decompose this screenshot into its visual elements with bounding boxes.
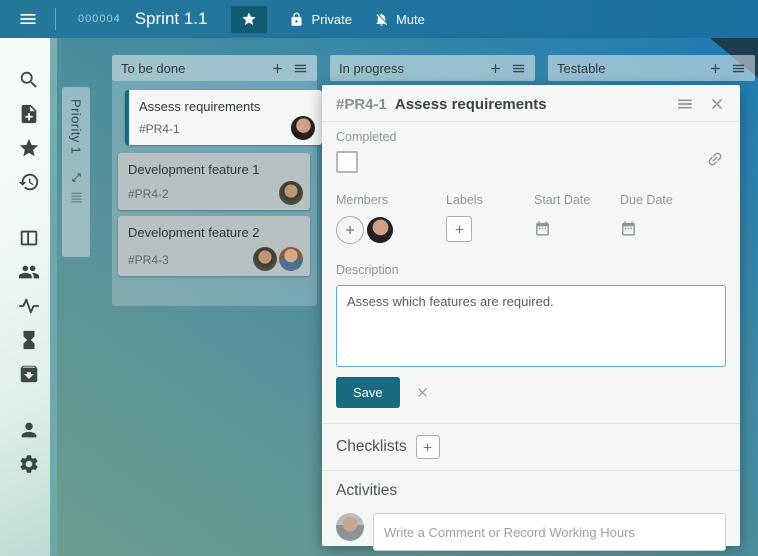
members-label: Members xyxy=(336,193,446,207)
card-menu-icon[interactable] xyxy=(676,95,694,113)
save-row: Save xyxy=(322,367,740,408)
card-pr4-1[interactable]: Assess requirements #PR4-1 xyxy=(125,90,322,145)
card-id: #PR4-3 xyxy=(128,253,169,267)
modal-header: #PR4-1 Assess requirements xyxy=(322,85,740,121)
card-id: #PR4-2 xyxy=(128,187,169,201)
mute-label: Mute xyxy=(396,12,425,27)
activities-section-header: Activities xyxy=(322,471,740,511)
modal-card-id: #PR4-1 xyxy=(336,96,387,113)
current-user-avatar xyxy=(336,513,364,541)
start-date-label: Start Date xyxy=(534,193,620,207)
board-number: 000004 xyxy=(78,13,121,25)
column-title: To be done xyxy=(121,61,262,76)
hourglass-icon[interactable] xyxy=(18,329,40,351)
add-card-icon[interactable] xyxy=(270,61,285,76)
column-header-to-be-done: To be done xyxy=(112,55,317,81)
avatar xyxy=(279,181,303,205)
privacy-label: Private xyxy=(311,12,351,27)
card-title: Development feature 1 xyxy=(128,162,300,177)
calendar-icon[interactable] xyxy=(620,220,637,237)
mute-icon xyxy=(374,12,389,27)
checklists-heading: Checklists xyxy=(336,438,407,456)
history-icon[interactable] xyxy=(18,171,40,193)
column-header-in-progress: In progress xyxy=(330,55,535,81)
column-menu-icon[interactable] xyxy=(511,61,526,76)
cancel-icon[interactable] xyxy=(415,385,430,400)
add-checklist-button[interactable] xyxy=(416,435,440,459)
fields-row: Members Labels xyxy=(322,173,740,244)
completed-section: Completed xyxy=(322,122,740,173)
add-board-icon[interactable] xyxy=(18,103,40,125)
member-avatar[interactable] xyxy=(367,217,393,243)
checklists-section: Checklists xyxy=(322,424,740,470)
due-date-label: Due Date xyxy=(620,193,706,207)
modal-card-title: Assess requirements xyxy=(395,96,662,113)
archive-icon[interactable] xyxy=(18,363,40,385)
plus-icon xyxy=(453,223,466,236)
completed-checkbox[interactable] xyxy=(336,151,358,173)
lock-icon xyxy=(289,12,304,27)
mute-toggle[interactable]: Mute xyxy=(374,12,425,27)
permalink-icon[interactable] xyxy=(702,146,727,171)
card-id: #PR4-1 xyxy=(139,122,180,136)
card-pr4-2[interactable]: Development feature 1 #PR4-2 xyxy=(118,153,310,210)
activities-icon[interactable] xyxy=(18,295,40,317)
avatar xyxy=(279,247,303,271)
plus-icon xyxy=(421,441,434,454)
card-pr4-3[interactable]: Development feature 2 #PR4-3 xyxy=(118,216,310,276)
add-label-button[interactable] xyxy=(446,216,472,242)
board-canvas: To be done In progress Testable Priority… xyxy=(0,38,758,556)
calendar-icon[interactable] xyxy=(534,220,551,237)
save-button[interactable]: Save xyxy=(336,377,400,408)
collapse-swimlane-icon[interactable] xyxy=(69,170,84,185)
labels-label: Labels xyxy=(446,193,534,207)
topbar: 000004 Sprint 1.1 Private Mute xyxy=(0,0,758,38)
search-icon[interactable] xyxy=(18,69,40,91)
left-sidebar xyxy=(0,38,57,556)
star-board-button[interactable] xyxy=(231,6,267,33)
column-menu-icon[interactable] xyxy=(293,61,308,76)
description-section: Description Assess which features are re… xyxy=(322,244,740,367)
column-menu-icon[interactable] xyxy=(731,61,746,76)
board-view-icon[interactable] xyxy=(18,227,40,249)
column-title: Testable xyxy=(557,61,700,76)
add-card-icon[interactable] xyxy=(708,61,723,76)
completed-label: Completed xyxy=(336,130,726,144)
column-header-testable: Testable xyxy=(548,55,755,81)
settings-icon[interactable] xyxy=(18,453,40,475)
app-window: 000004 Sprint 1.1 Private Mute To be don… xyxy=(0,0,758,556)
avatar xyxy=(291,116,315,140)
close-icon[interactable] xyxy=(708,95,726,113)
topbar-divider xyxy=(55,8,56,30)
star-icon xyxy=(241,11,257,27)
comment-row xyxy=(322,511,740,551)
card-title: Assess requirements xyxy=(139,99,312,114)
avatar xyxy=(253,247,277,271)
card-title: Development feature 2 xyxy=(128,225,300,240)
drag-handle-icon[interactable] xyxy=(69,190,84,205)
starred-boards-icon[interactable] xyxy=(18,137,40,159)
activities-heading: Activities xyxy=(336,482,397,500)
users-icon[interactable] xyxy=(18,261,40,283)
board-title: Sprint 1.1 xyxy=(135,9,208,29)
swimlane-label: Priority 1 xyxy=(69,99,84,154)
privacy-toggle[interactable]: Private xyxy=(289,12,351,27)
description-textarea[interactable]: Assess which features are required. xyxy=(336,285,726,367)
column-title: In progress xyxy=(339,61,480,76)
hamburger-menu-icon[interactable] xyxy=(18,9,38,29)
add-member-button[interactable] xyxy=(336,216,364,244)
profile-icon[interactable] xyxy=(18,419,40,441)
plus-icon xyxy=(343,223,357,237)
description-label: Description xyxy=(336,263,399,277)
swimlane-priority-1: Priority 1 xyxy=(62,87,90,257)
comment-input[interactable] xyxy=(373,513,726,551)
add-card-icon[interactable] xyxy=(488,61,503,76)
add-comment-row: Add xyxy=(322,551,740,556)
card-detail-modal: #PR4-1 Assess requirements Completed Mem… xyxy=(322,85,740,546)
